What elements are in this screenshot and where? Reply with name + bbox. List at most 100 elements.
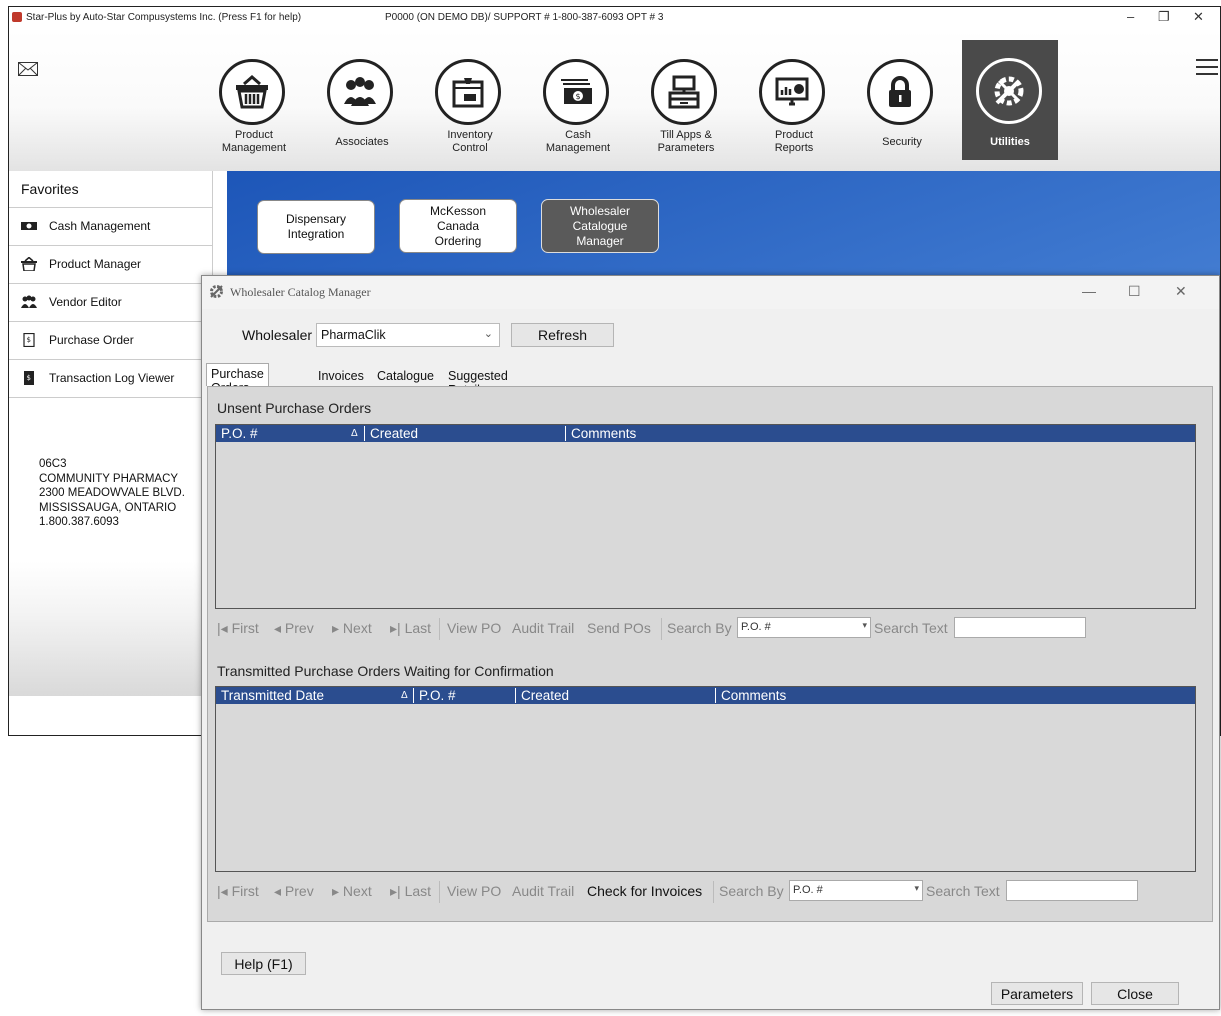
tab-purchase-orders[interactable]: Purchase Orders <box>206 363 269 395</box>
toolbar-label: Cash Management <box>545 129 611 154</box>
search-text-label: Search Text <box>926 883 1000 899</box>
register-icon <box>651 59 717 125</box>
store-city: MISSISSAUGA, ONTARIO <box>39 501 177 514</box>
column-header[interactable]: Created <box>370 426 418 441</box>
check-for-invoices-button[interactable]: Check for Invoices <box>587 883 702 899</box>
submenu-dispensary-integration[interactable]: Dispensary Integration <box>257 200 375 254</box>
transmitted-section-title: Transmitted Purchase Orders Waiting for … <box>217 663 554 679</box>
mail-icon[interactable] <box>18 62 38 76</box>
menu-hamburger-icon[interactable] <box>1196 59 1218 75</box>
view-po-button[interactable]: View PO <box>447 620 501 636</box>
search-by-value: P.O. # <box>741 621 771 633</box>
toolbar-associates[interactable]: Associates <box>310 41 414 159</box>
favorite-cash-management[interactable]: Cash Management <box>9 208 212 246</box>
last-label: Last <box>404 620 432 636</box>
toolbar-utilities[interactable]: Utilities <box>962 40 1058 160</box>
favorite-transaction-log-viewer[interactable]: $ Transaction Log Viewer <box>9 360 212 398</box>
wholesaler-select[interactable]: PharmaClik ⌄ <box>316 323 500 347</box>
cash-icon: $ <box>543 59 609 125</box>
toolbar-inventory-control[interactable]: Inventory Control <box>418 41 522 159</box>
unsent-nav-bar: |◂ First ◂ Prev ▸ Next ▸| Last View PO A… <box>215 614 1195 642</box>
submenu-label: McKesson Canada Ordering <box>429 203 487 248</box>
store-address: 06C3 COMMUNITY PHARMACY 2300 MEADOWVALE … <box>39 457 185 530</box>
favorites-footer-gradient <box>9 561 212 696</box>
document-icon: $ <box>23 333 35 347</box>
chart-monitor-icon <box>759 59 825 125</box>
svg-text:$: $ <box>27 336 31 344</box>
transmitted-po-grid[interactable]: Transmitted Date Δ P.O. # Created Commen… <box>215 686 1196 872</box>
favorite-product-manager[interactable]: Product Manager <box>9 246 212 284</box>
unsent-po-grid[interactable]: P.O. # Δ Created Comments <box>215 424 1196 609</box>
favorite-label: Vendor Editor <box>49 295 122 309</box>
purchase-orders-panel: Unsent Purchase Orders P.O. # Δ Created … <box>207 386 1213 922</box>
tab-invoices[interactable]: Invoices <box>315 365 364 385</box>
submenu-mckesson-canada-ordering[interactable]: McKesson Canada Ordering <box>399 199 517 253</box>
dialog-minimize-button[interactable]: — <box>1082 283 1096 299</box>
toolbar-product-management[interactable]: Product Management <box>202 41 306 159</box>
toolbar-security[interactable]: Security <box>850 41 954 159</box>
favorite-purchase-order[interactable]: $ Purchase Order <box>9 322 212 360</box>
close-window-button[interactable]: ✕ <box>1193 9 1204 25</box>
search-by-select[interactable]: P.O. # ▾ <box>789 880 923 901</box>
view-po-button[interactable]: View PO <box>447 883 501 899</box>
search-text-input[interactable] <box>954 617 1086 638</box>
minimize-button[interactable]: – <box>1127 9 1134 24</box>
transmitted-nav-bar: |◂ First ◂ Prev ▸ Next ▸| Last View PO A… <box>215 877 1195 905</box>
wholesaler-value: PharmaClik <box>321 328 386 342</box>
toolbar-till-apps-parameters[interactable]: Till Apps & Parameters <box>634 41 738 159</box>
first-button[interactable]: |◂ First <box>217 883 259 900</box>
dollar-doc-icon: $ <box>24 371 34 385</box>
search-by-value: P.O. # <box>793 884 823 896</box>
audit-trail-button[interactable]: Audit Trail <box>512 883 574 899</box>
column-header[interactable]: Comments <box>571 426 636 441</box>
last-label: Last <box>404 883 432 899</box>
last-button[interactable]: ▸| Last <box>390 883 431 900</box>
toolbar-cash-management[interactable]: $ Cash Management <box>526 41 630 159</box>
column-header[interactable]: P.O. # <box>221 426 258 441</box>
app-title: Star-Plus by Auto-Star Compusystems Inc.… <box>26 12 302 23</box>
svg-text:$: $ <box>576 92 581 101</box>
dialog-maximize-button[interactable]: ☐ <box>1128 283 1141 300</box>
column-header[interactable]: P.O. # <box>419 688 456 703</box>
column-header[interactable]: Created <box>521 688 569 703</box>
toolbar-label: Utilities <box>990 136 1030 148</box>
dropdown-arrow-icon: ▾ <box>862 620 867 630</box>
toolbar-product-reports[interactable]: Product Reports <box>742 41 846 159</box>
wholesaler-catalog-manager-dialog: Wholesaler Catalog Manager — ☐ ✕ Wholesa… <box>201 275 1220 1010</box>
search-by-select[interactable]: P.O. # ▾ <box>737 617 871 638</box>
grid-header: P.O. # Δ Created Comments <box>216 425 1195 442</box>
dialog-title: Wholesaler Catalog Manager <box>230 285 371 299</box>
dialog-close-button[interactable]: ✕ <box>1175 283 1187 300</box>
column-header[interactable]: Comments <box>721 688 786 703</box>
prev-button[interactable]: ◂ Prev <box>274 620 314 637</box>
refresh-button[interactable]: Refresh <box>511 323 614 347</box>
search-by-label: Search By <box>719 883 784 899</box>
restore-button[interactable]: ❐ <box>1158 9 1170 25</box>
audit-trail-button[interactable]: Audit Trail <box>512 620 574 636</box>
search-text-input[interactable] <box>1006 880 1138 901</box>
favorite-label: Purchase Order <box>49 333 134 347</box>
app-icon <box>12 12 22 22</box>
tab-catalogue[interactable]: Catalogue <box>374 365 434 385</box>
tab-suggested-retail[interactable]: Suggested Retail <box>445 365 508 397</box>
submenu-label: Dispensary Integration <box>285 212 347 241</box>
next-button[interactable]: ▸ Next <box>332 883 372 900</box>
help-button[interactable]: Help (F1) <box>221 952 306 975</box>
next-button[interactable]: ▸ Next <box>332 620 372 637</box>
app-support-info: P0000 (ON DEMO DB)/ SUPPORT # 1-800-387-… <box>385 12 664 23</box>
send-pos-button[interactable]: Send POs <box>587 620 651 636</box>
favorite-label: Product Manager <box>49 257 142 271</box>
last-button[interactable]: ▸| Last <box>390 620 431 637</box>
toolbar-label: Product Reports <box>774 129 814 154</box>
first-button[interactable]: |◂ First <box>217 620 259 637</box>
sort-icon: Δ <box>351 428 358 439</box>
close-button[interactable]: Close <box>1091 982 1179 1005</box>
prev-button[interactable]: ◂ Prev <box>274 883 314 900</box>
lock-icon <box>867 59 933 125</box>
parameters-button[interactable]: Parameters <box>991 982 1083 1005</box>
favorite-vendor-editor[interactable]: Vendor Editor <box>9 284 212 322</box>
store-code: 06C3 <box>39 458 67 470</box>
column-header[interactable]: Transmitted Date <box>221 688 324 703</box>
submenu-wholesaler-catalogue-manager[interactable]: Wholesaler Catalogue Manager <box>541 199 659 253</box>
toolbar-label: Inventory Control <box>447 129 493 154</box>
